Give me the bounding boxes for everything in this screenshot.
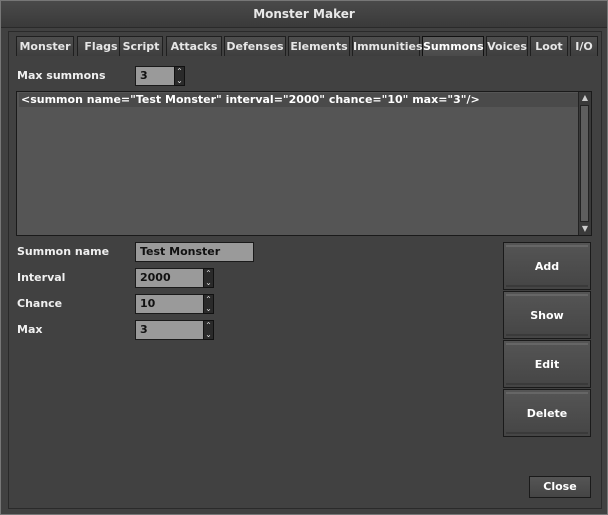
list-scrollbar[interactable]: ▲ ▼	[578, 92, 591, 235]
tab-flags[interactable]: Flags	[77, 36, 125, 56]
chevron-up-icon[interactable]: ▲	[579, 92, 591, 104]
summon-list[interactable]: <summon name="Test Monster" interval="20…	[16, 91, 592, 236]
max-summons-spinner[interactable]: ⌃ ⌄	[174, 66, 185, 86]
tab-voices[interactable]: Voices	[486, 36, 528, 56]
interval-input[interactable]: 2000	[135, 268, 204, 288]
edit-button[interactable]: Edit	[503, 340, 591, 388]
chevron-down-icon[interactable]: ⌄	[204, 278, 213, 287]
chance-spinner[interactable]: ⌃ ⌄	[203, 294, 214, 314]
tab-io[interactable]: I/O	[570, 36, 598, 56]
max-input[interactable]: 3	[135, 320, 204, 340]
delete-button[interactable]: Delete	[503, 389, 591, 437]
tab-script[interactable]: Script	[119, 36, 163, 56]
chevron-down-icon[interactable]: ⌄	[204, 330, 213, 339]
max-label: Max	[17, 323, 43, 336]
max-summons-input[interactable]: 3	[135, 66, 175, 86]
tab-loot[interactable]: Loot	[530, 36, 568, 56]
close-button[interactable]: Close	[529, 476, 591, 498]
list-item[interactable]: <summon name="Test Monster" interval="20…	[19, 93, 581, 107]
interval-label: Interval	[17, 271, 66, 284]
tab-defenses[interactable]: Defenses	[224, 36, 286, 56]
chance-input[interactable]: 10	[135, 294, 204, 314]
tab-monster[interactable]: Monster	[16, 36, 74, 56]
interval-spinner[interactable]: ⌃ ⌄	[203, 268, 214, 288]
chevron-up-icon[interactable]: ⌃	[204, 295, 213, 304]
chevron-up-icon[interactable]: ⌃	[204, 321, 213, 330]
tab-summons[interactable]: Summons	[422, 36, 484, 56]
chevron-up-icon[interactable]: ⌃	[175, 67, 184, 76]
add-button[interactable]: Add	[503, 242, 591, 290]
tab-immunities[interactable]: Immunities	[352, 36, 423, 56]
summon-name-label: Summon name	[17, 245, 110, 258]
max-summons-label: Max summons	[17, 69, 106, 82]
show-button[interactable]: Show	[503, 291, 591, 339]
summon-name-input[interactable]: Test Monster	[135, 242, 254, 262]
chevron-down-icon[interactable]: ⌄	[204, 304, 213, 313]
tab-attacks[interactable]: Attacks	[166, 36, 222, 56]
window-title: Monster Maker	[1, 1, 607, 28]
max-spinner[interactable]: ⌃ ⌄	[203, 320, 214, 340]
chevron-down-icon[interactable]: ⌄	[175, 76, 184, 85]
tab-elements[interactable]: Elements	[288, 36, 350, 56]
chevron-up-icon[interactable]: ⌃	[204, 269, 213, 278]
scrollbar-thumb[interactable]	[580, 105, 589, 222]
chance-label: Chance	[17, 297, 63, 310]
chevron-down-icon[interactable]: ▼	[579, 223, 591, 235]
